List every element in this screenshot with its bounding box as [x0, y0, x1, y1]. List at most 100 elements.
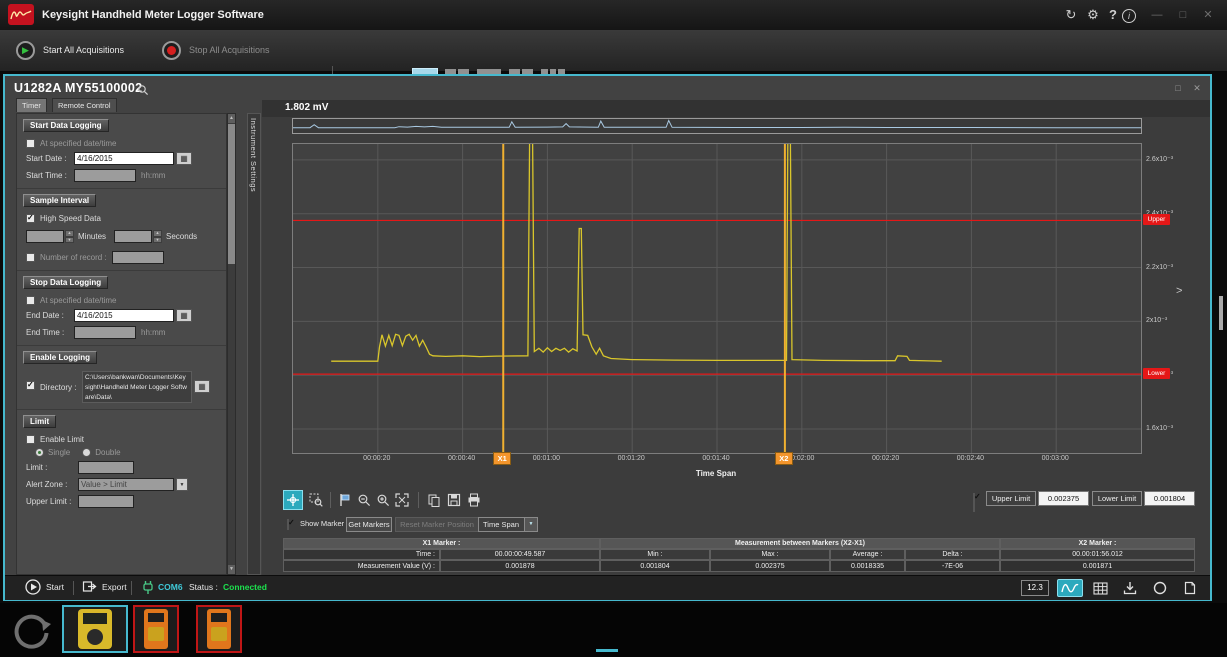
record-button[interactable]: [1147, 579, 1173, 597]
device-thumbnail-u1282a[interactable]: [62, 605, 128, 653]
close-button[interactable]: ✕: [1199, 6, 1217, 24]
upper-limit-value[interactable]: 0.002375: [1038, 491, 1089, 506]
stop-all-acquisitions-button[interactable]: Stop All Acquisitions: [162, 39, 270, 61]
x-tick-label: 00:01:00: [518, 455, 574, 462]
stop-data-logging-section: Stop Data Logging At specified date/time…: [17, 271, 226, 346]
save-data-button[interactable]: [1117, 579, 1143, 597]
device-thumbnail-2[interactable]: [133, 605, 179, 653]
single-radio[interactable]: [35, 448, 44, 457]
statusbar-separator: [73, 581, 74, 595]
number-of-record-checkbox[interactable]: [26, 253, 35, 262]
at-specified-checkbox[interactable]: [26, 139, 35, 148]
marker-flag-x1[interactable]: X1: [493, 452, 511, 465]
start-acquisition-button[interactable]: Start: [25, 579, 64, 595]
number-of-record-input[interactable]: [112, 251, 164, 264]
show-marker-checkbox[interactable]: [287, 519, 289, 530]
chevron-down-icon[interactable]: ▼: [176, 478, 188, 491]
reset-marker-position-button[interactable]: Reset Marker Position: [395, 517, 479, 532]
sidebar-scrollbar[interactable]: ▲ ▼: [227, 113, 236, 575]
zoom-out-icon[interactable]: [354, 490, 374, 510]
search-icon[interactable]: [137, 84, 149, 96]
tab-timer[interactable]: Timer: [16, 98, 47, 112]
copy-icon[interactable]: [424, 490, 444, 510]
table-view-button[interactable]: [1087, 579, 1113, 597]
instrument-settings-strip[interactable]: Instrument Settings: [247, 113, 261, 575]
scroll-up-icon[interactable]: ▲: [228, 114, 235, 123]
chart-view-button[interactable]: [1057, 579, 1083, 597]
scroll-down-icon[interactable]: ▼: [228, 565, 235, 574]
start-all-acquisitions-button[interactable]: ▶ Start All Acquisitions: [16, 39, 124, 61]
end-time-input[interactable]: [74, 326, 136, 339]
browse-directory-button[interactable]: ▦: [194, 380, 210, 393]
min-label: Min :: [600, 549, 710, 560]
section-header[interactable]: Start Data Logging: [23, 119, 109, 132]
device-title: U1282A MY55100002: [14, 81, 142, 95]
minimize-button[interactable]: —: [1148, 6, 1166, 24]
maximize-button[interactable]: □: [1174, 6, 1192, 24]
time-span-dropdown[interactable]: Time Span ▼: [478, 517, 538, 532]
limits-enable-checkbox[interactable]: [973, 493, 975, 512]
device-thumbnail-3[interactable]: [196, 605, 242, 653]
enable-logging-checkbox[interactable]: [26, 381, 35, 390]
pan-right-arrow[interactable]: >: [1176, 285, 1182, 297]
start-date-input[interactable]: [74, 152, 174, 165]
max-value: 0.002375: [710, 560, 830, 572]
scrollbar-thumb[interactable]: [228, 124, 235, 264]
zoom-region-button[interactable]: [306, 490, 326, 510]
lower-limit-badge: Lower: [1143, 368, 1170, 379]
section-header[interactable]: Stop Data Logging: [23, 276, 108, 289]
marker-tool-button[interactable]: [334, 490, 354, 510]
calendar-icon[interactable]: ▦: [176, 152, 192, 165]
at-specified-checkbox[interactable]: [26, 296, 35, 305]
numeric-view-button[interactable]: 12.3: [1021, 580, 1049, 596]
section-header[interactable]: Sample Interval: [23, 194, 96, 207]
single-label: Single: [48, 448, 70, 457]
section-header[interactable]: Enable Logging: [23, 351, 97, 364]
fit-view-icon[interactable]: [392, 490, 412, 510]
high-speed-data-checkbox[interactable]: [26, 214, 35, 223]
tracking-cursor-button[interactable]: [283, 490, 303, 510]
live-reading: 1.802 mV: [285, 102, 328, 113]
seconds-stepper[interactable]: ▲▼: [153, 230, 162, 243]
minutes-stepper[interactable]: ▲▼: [65, 230, 74, 243]
panel-close-button[interactable]: ✕: [1190, 83, 1204, 94]
titlebar: Keysight Handheld Meter Logger Software …: [0, 0, 1227, 31]
lower-limit-value[interactable]: 0.001804: [1144, 491, 1195, 506]
zoom-in-icon[interactable]: [373, 490, 393, 510]
info-icon[interactable]: i: [1122, 9, 1136, 23]
refresh-devices-icon[interactable]: [12, 610, 52, 650]
report-button[interactable]: [1177, 579, 1203, 597]
export-button[interactable]: Export: [82, 579, 127, 594]
double-radio[interactable]: [82, 448, 91, 457]
stop-all-label: Stop All Acquisitions: [189, 45, 270, 55]
main-plot[interactable]: [292, 143, 1142, 454]
overview-strip-chart[interactable]: [292, 118, 1142, 134]
help-icon[interactable]: ?: [1104, 6, 1122, 24]
status-label: Status :: [189, 582, 218, 592]
instrument-settings-label: Instrument Settings: [249, 118, 258, 192]
end-date-input[interactable]: [74, 309, 174, 322]
tab-remote-control[interactable]: Remote Control: [52, 98, 117, 112]
upper-limit-input[interactable]: [78, 495, 134, 508]
save-icon[interactable]: [444, 490, 464, 510]
interval-minutes-input[interactable]: [26, 230, 64, 243]
time-row-label: Time :: [283, 549, 440, 560]
calendar-icon[interactable]: ▦: [176, 309, 192, 322]
directory-path-value: C:\Users\bankwan\Documents\Keysight\Hand…: [82, 371, 192, 403]
limit-input[interactable]: [78, 461, 134, 474]
section-header[interactable]: Limit: [23, 415, 56, 428]
get-markers-button[interactable]: Get Markers: [346, 517, 392, 532]
panel-maximize-button[interactable]: □: [1171, 83, 1185, 93]
horizontal-scrollbar-thumb[interactable]: [596, 649, 618, 652]
x-tick-label: 00:01:40: [688, 455, 744, 462]
enable-limit-checkbox[interactable]: [26, 435, 35, 444]
interval-seconds-input[interactable]: [114, 230, 152, 243]
alert-zone-dropdown[interactable]: Value > Limit: [78, 478, 174, 491]
vertical-scrollbar-thumb[interactable]: [1219, 296, 1223, 330]
start-time-input[interactable]: [74, 169, 136, 182]
sync-icon[interactable]: ↻: [1062, 6, 1080, 24]
marker-flag-x2[interactable]: X2: [775, 452, 793, 465]
settings-gear-icon[interactable]: ⚙: [1084, 6, 1102, 24]
x-tick-label: 00:00:20: [349, 455, 405, 462]
print-icon[interactable]: [464, 490, 484, 510]
